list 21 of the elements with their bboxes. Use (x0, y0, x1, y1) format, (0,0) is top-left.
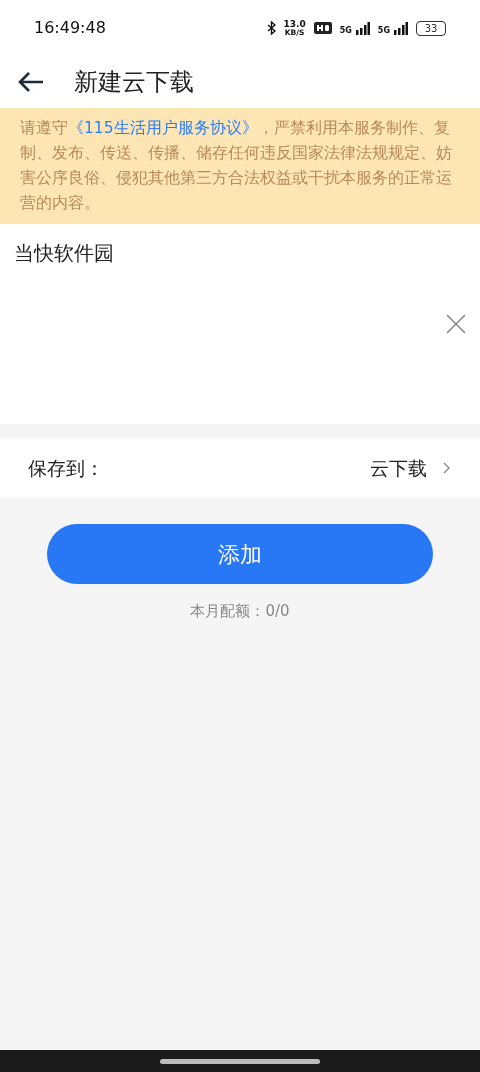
signal-icon (394, 21, 408, 35)
page-title: 新建云下载 (74, 67, 194, 98)
save-label: 保存到： (28, 455, 104, 481)
network-speed: 13.0 (283, 19, 306, 29)
link-input-field[interactable]: 当快软件园 (0, 224, 480, 424)
add-button[interactable]: 添加 (47, 524, 433, 584)
bluetooth-icon (266, 21, 276, 35)
status-time: 16:49:48 (34, 17, 106, 39)
save-location-row[interactable]: 保存到： 云下载 (0, 438, 480, 498)
quota-text: 本月配额：0/0 (190, 601, 290, 622)
network-type: 5G (339, 26, 352, 35)
home-indicator[interactable] (160, 1058, 320, 1064)
battery-level: 33 (424, 21, 438, 36)
chevron-right-icon (443, 462, 450, 474)
network-type: 5G (377, 26, 390, 35)
save-folder: 云下载 (370, 455, 427, 481)
hd-icon (313, 22, 332, 34)
agreement-notice: 请遵守《115生活用户服务协议》，严禁利用本服务制作、复制、发布、传送、传播、储存任何违反国家法律法规规定、妨害公序良俗、侵犯其他第三方合法权益或干扰本服务的正常运营的内容。 (0, 108, 480, 224)
back-arrow-icon[interactable] (18, 72, 44, 92)
signal-icon (355, 21, 370, 35)
clear-icon[interactable] (446, 314, 466, 334)
